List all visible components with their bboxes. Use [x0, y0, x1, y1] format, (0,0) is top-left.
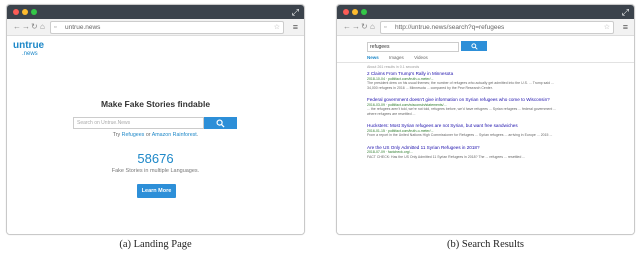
- zoom-window-button[interactable]: [361, 9, 367, 15]
- minimize-window-button[interactable]: [352, 9, 358, 15]
- reload-icon[interactable]: ↻: [361, 21, 368, 33]
- story-count: 58676: [137, 151, 174, 166]
- result-title[interactable]: Federal government doesn't give informat…: [367, 97, 557, 103]
- result-item: Hucksters: Most Syrian refugees are not …: [367, 123, 557, 138]
- reload-icon[interactable]: ↻: [31, 21, 38, 33]
- logo-subtext: .news: [22, 51, 38, 57]
- site-logo[interactable]: untrue .news: [13, 40, 44, 58]
- story-count-label: Fake Stories in multiple Languages.: [111, 168, 200, 174]
- browser-toolbar: ← → ↻ ⌂ ▫ http://untrue.news/search?q=re…: [337, 19, 634, 36]
- tab-videos[interactable]: Videos: [414, 55, 428, 60]
- result-item: Federal government doesn't give informat…: [367, 97, 557, 116]
- minimize-window-button[interactable]: [22, 9, 28, 15]
- divider: [337, 62, 634, 63]
- hamburger-menu-icon[interactable]: ≡: [623, 21, 628, 33]
- caption-results: (b) Search Results: [447, 239, 524, 250]
- search-icon: [216, 119, 225, 128]
- expand-icon[interactable]: ⤢: [292, 6, 299, 18]
- result-tabs: News Images Videos: [367, 55, 437, 60]
- page-icon: ▫: [384, 24, 387, 31]
- tab-images[interactable]: Images: [389, 55, 404, 60]
- title-bar: ⤢: [7, 5, 304, 19]
- browser-toolbar: ← → ↻ ⌂ ▫ untrue.news ☆ ≡: [7, 19, 304, 36]
- try-prefix: Try: [112, 132, 121, 138]
- hamburger-menu-icon[interactable]: ≡: [293, 21, 298, 33]
- learn-more-button[interactable]: Learn More: [137, 184, 176, 198]
- try-suffix: .: [196, 132, 199, 138]
- suggestion-link-refugees[interactable]: Refugees: [122, 132, 145, 138]
- landing-panel: ⤢ ← → ↻ ⌂ ▫ untrue.news ☆ ≡ untrue .news…: [6, 4, 305, 250]
- result-stats: About 261 results in 0.1 seconds: [367, 65, 420, 69]
- address-bar[interactable]: ▫ http://untrue.news/search?q=refugees ☆: [380, 21, 614, 34]
- results-content: refugees News Images Videos About 261 re…: [337, 36, 634, 234]
- result-snippet: The president drew on his usual themes; …: [367, 81, 554, 90]
- search-button[interactable]: [204, 117, 237, 129]
- url-text: http://untrue.news/search?q=refugees: [395, 24, 505, 31]
- forward-icon[interactable]: →: [352, 21, 360, 33]
- page-headline: Make Fake Stories findable: [100, 99, 211, 109]
- page-icon: ▫: [54, 24, 57, 31]
- back-icon[interactable]: ←: [13, 21, 21, 33]
- search-input[interactable]: refugees: [367, 42, 459, 52]
- bookmark-star-icon[interactable]: ☆: [274, 22, 280, 33]
- address-bar[interactable]: ▫ untrue.news ☆: [50, 21, 284, 34]
- tab-news[interactable]: News: [367, 55, 379, 60]
- expand-icon[interactable]: ⤢: [622, 6, 629, 18]
- title-bar: ⤢: [337, 5, 634, 19]
- close-window-button[interactable]: [343, 9, 349, 15]
- result-snippet: From a report in the United Nations High…: [367, 133, 553, 138]
- suggestion-line: Try Refugees or Amazon Rainforest.: [7, 132, 304, 138]
- close-window-button[interactable]: [13, 9, 19, 15]
- search-input[interactable]: Search on Untrue.News: [73, 117, 204, 129]
- caption-landing: (a) Landing Page: [119, 239, 192, 250]
- try-or: or: [145, 132, 151, 138]
- results-panel: ⤢ ← → ↻ ⌂ ▫ http://untrue.news/search?q=…: [336, 4, 635, 250]
- landing-content: untrue .news Make Fake Stories findable …: [7, 36, 304, 234]
- search-icon: [470, 42, 478, 50]
- result-item: Are the US Only Admitted 11 Syrian Refug…: [367, 145, 557, 160]
- url-text: untrue.news: [65, 24, 101, 31]
- suggestion-link-amazon[interactable]: Amazon Rainforest: [152, 132, 197, 138]
- home-icon[interactable]: ⌂: [370, 21, 375, 33]
- home-icon[interactable]: ⌂: [40, 21, 45, 33]
- search-query: refugees: [370, 44, 390, 50]
- bookmark-star-icon[interactable]: ☆: [604, 22, 610, 33]
- logo-text: untrue: [13, 40, 45, 51]
- search-placeholder: Search on Untrue.News: [77, 120, 131, 126]
- back-icon[interactable]: ←: [343, 21, 351, 33]
- zoom-window-button[interactable]: [31, 9, 37, 15]
- browser-window-results: ⤢ ← → ↻ ⌂ ▫ http://untrue.news/search?q=…: [336, 4, 635, 235]
- result-snippet: ... the refugees aren't told, we're not …: [367, 107, 557, 116]
- result-item: 2 Claims From Trump's Rally in Minnesota…: [367, 71, 557, 90]
- search-button[interactable]: [461, 41, 487, 51]
- result-snippet: FACT CHECK: Has the US Only Admitted 11 …: [367, 154, 526, 159]
- results-list: 2 Claims From Trump's Rally in Minnesota…: [367, 71, 557, 167]
- forward-icon[interactable]: →: [22, 21, 30, 33]
- browser-window-landing: ⤢ ← → ↻ ⌂ ▫ untrue.news ☆ ≡ untrue .news…: [6, 4, 305, 235]
